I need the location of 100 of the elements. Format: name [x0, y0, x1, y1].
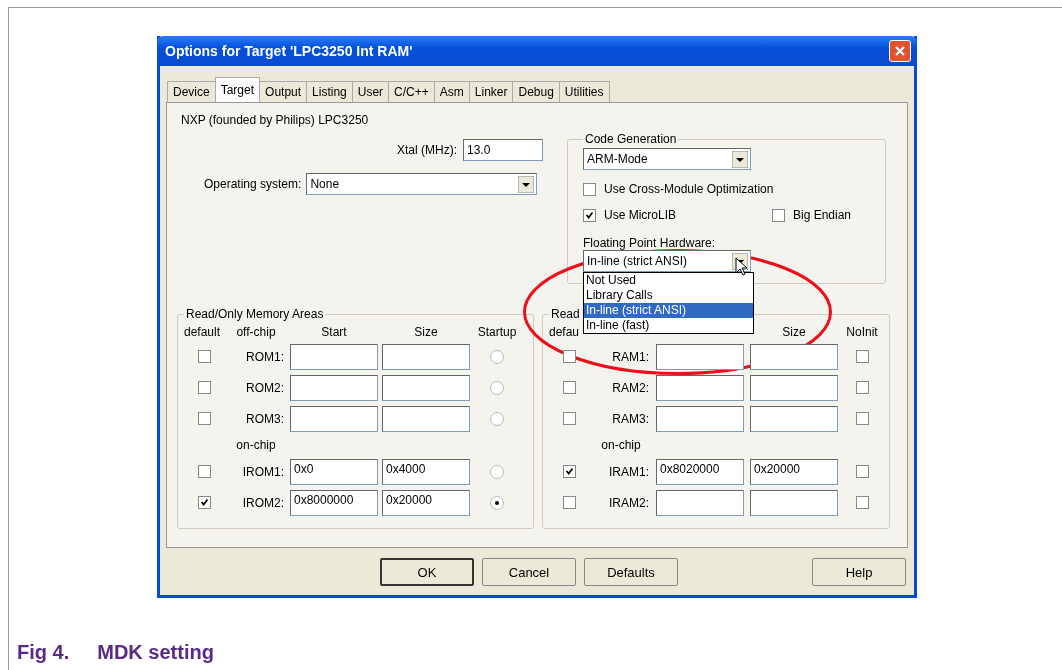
row-label: RAM3: [612, 411, 649, 426]
size-field[interactable] [382, 343, 470, 370]
start-field[interactable]: 0x8020000 [656, 458, 744, 485]
column-header: default [184, 325, 222, 339]
start-field[interactable] [656, 489, 744, 516]
checkbox[interactable] [562, 381, 576, 394]
dialog-button[interactable]: Cancel [482, 558, 576, 586]
start-field[interactable]: 0x0 [290, 458, 378, 485]
row-label: RAM2: [612, 380, 649, 395]
os-label: Operating system: [204, 177, 302, 191]
start-field[interactable] [290, 343, 378, 370]
checkbox[interactable] [855, 381, 869, 394]
checkbox-label: Use MicroLIB [604, 208, 678, 222]
column-header: defau [549, 325, 581, 339]
row-label: IRAM1: [609, 464, 649, 479]
dialog-button[interactable]: OK [380, 558, 474, 586]
tab[interactable]: Target [214, 77, 261, 102]
checkbox[interactable] [562, 350, 576, 363]
section-label: on-chip [236, 438, 276, 452]
checkbox[interactable] [197, 465, 211, 478]
row-label: ROM2: [246, 380, 284, 395]
checkbox[interactable] [772, 208, 785, 222]
radio-dot-icon [495, 500, 499, 505]
dropdown-option[interactable]: In-line (fast) [584, 318, 753, 333]
check-icon [584, 209, 595, 221]
caret-icon [732, 150, 748, 168]
radio-button[interactable] [490, 495, 504, 510]
checkbox[interactable] [562, 412, 576, 425]
checkbox[interactable] [855, 412, 869, 425]
group-title: Code Generation [584, 132, 678, 146]
tab[interactable]: Device [167, 81, 216, 102]
checkbox[interactable] [855, 496, 869, 509]
size-field[interactable]: 0x20000 [382, 489, 470, 516]
start-field[interactable] [290, 405, 378, 432]
column-header: Size [781, 325, 807, 339]
tab[interactable]: Listing [306, 81, 353, 102]
checkbox-label: Use Cross-Module Optimization [604, 182, 774, 196]
fp-label: Floating Point Hardware: [583, 236, 717, 250]
xtal-field[interactable]: 13.0 [463, 139, 543, 161]
size-field[interactable]: 0x4000 [382, 458, 470, 485]
figure-number: Fig 4. [17, 641, 70, 664]
device-name: NXP (founded by Philips) LPC3250 [181, 113, 370, 127]
checkbox[interactable] [197, 350, 211, 363]
mode-dropdown[interactable]: ARM-Mode [583, 148, 751, 170]
dropdown-option[interactable]: Library Calls [584, 288, 753, 303]
fp-dropdown[interactable]: In-line (strict ANSI) [583, 250, 751, 272]
column-header: NoInit [845, 325, 879, 339]
start-field[interactable]: 0x8000000 [290, 489, 378, 516]
xtal-label: Xtal (MHz): [397, 143, 457, 157]
group-title: Read/Only Memory Areas [185, 307, 325, 321]
close-button[interactable] [889, 40, 911, 62]
tab[interactable]: Output [259, 81, 308, 102]
row-label: IROM2: [242, 495, 284, 510]
checkbox[interactable] [855, 350, 869, 363]
check-icon [198, 497, 210, 508]
tab[interactable]: Utilities [558, 81, 610, 102]
row-label: RAM1: [612, 349, 649, 364]
checkbox[interactable] [197, 412, 211, 425]
column-header: off-chip [236, 325, 276, 339]
column-header: Startup [476, 325, 518, 339]
row-label: IRAM2: [609, 495, 649, 510]
size-field[interactable] [382, 405, 470, 432]
checkbox[interactable] [197, 496, 211, 509]
row-label: IROM1: [242, 464, 284, 479]
radio-button[interactable] [490, 380, 504, 395]
size-field[interactable] [750, 489, 838, 516]
checkbox[interactable] [562, 496, 576, 509]
start-field[interactable] [656, 405, 744, 432]
size-field[interactable] [750, 343, 838, 370]
dialog-button[interactable]: Defaults [584, 558, 678, 586]
checkbox[interactable] [583, 182, 596, 196]
os-dropdown[interactable]: None [306, 173, 538, 195]
figure-caption: MDK setting [97, 641, 214, 664]
dropdown-option[interactable]: In-line (strict ANSI) [584, 303, 753, 318]
checkbox-label: Big Endian [793, 208, 852, 222]
size-field[interactable] [750, 374, 838, 401]
check-icon [563, 466, 575, 477]
group-title: Read [550, 307, 581, 321]
tab[interactable]: Debug [512, 81, 560, 102]
row-label: ROM1: [246, 349, 284, 364]
section-label: on-chip [601, 438, 641, 452]
checkbox[interactable] [855, 465, 869, 478]
start-field[interactable] [656, 374, 744, 401]
checkbox[interactable] [197, 381, 211, 394]
start-field[interactable] [290, 374, 378, 401]
checkbox[interactable] [583, 208, 596, 222]
radio-button[interactable] [490, 411, 504, 426]
size-field[interactable]: 0x20000 [750, 458, 838, 485]
start-field[interactable] [656, 343, 744, 370]
size-field[interactable] [750, 405, 838, 432]
radio-button[interactable] [490, 464, 504, 479]
checkbox[interactable] [562, 465, 576, 478]
column-header: Size [413, 325, 439, 339]
radio-button[interactable] [490, 349, 504, 364]
dropdown-option[interactable]: Not Used [584, 273, 753, 288]
row-label: ROM3: [246, 411, 284, 426]
caret-icon [518, 175, 535, 193]
size-field[interactable] [382, 374, 470, 401]
dialog-button[interactable]: Help [812, 558, 906, 586]
window-title: Options for Target 'LPC3250 Int RAM' [165, 43, 413, 59]
